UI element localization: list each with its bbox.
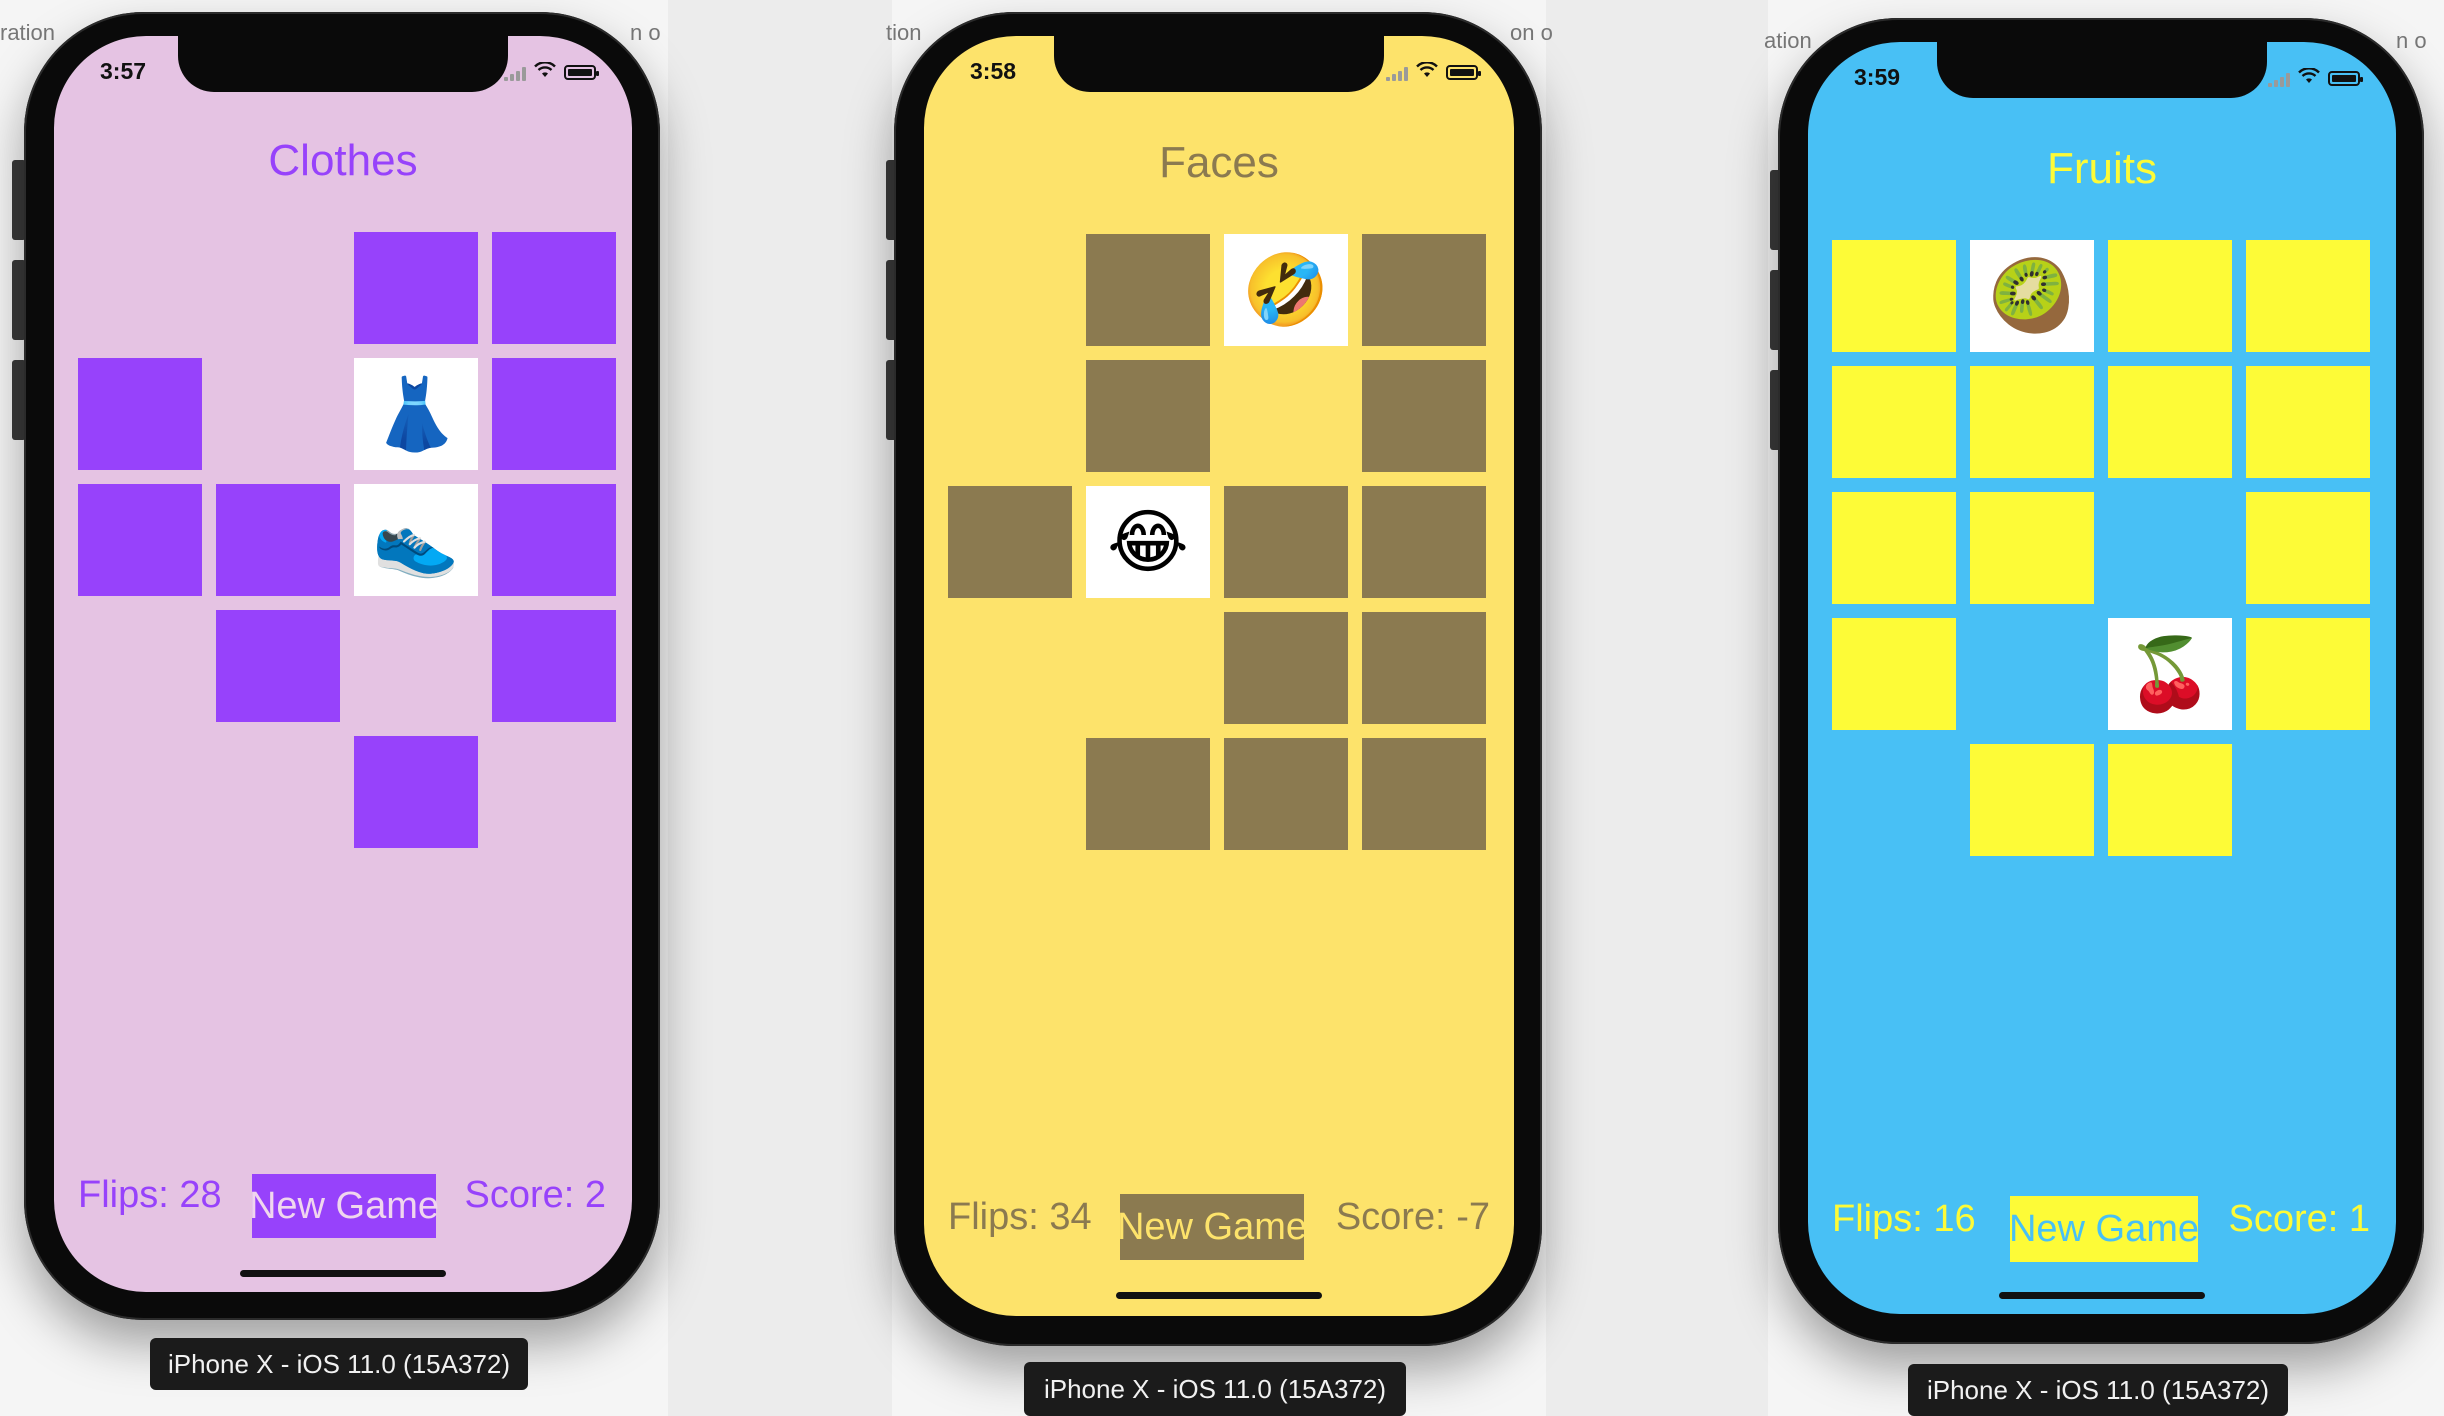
cellular-signal-icon (504, 65, 526, 81)
notch (178, 36, 508, 92)
card-face-down[interactable] (492, 484, 616, 596)
battery-icon (1446, 65, 1481, 80)
card-face-down[interactable] (2108, 240, 2232, 352)
flips-label: Flips: 28 (78, 1174, 222, 1216)
card-face-down[interactable] (1970, 492, 2094, 604)
flips-label: Flips: 16 (1832, 1198, 1976, 1240)
card-face-up[interactable]: 👗 (354, 358, 478, 470)
dress-icon: 👗 (372, 375, 460, 453)
app-screen: 3:58 Faces 🤣 😂 Flips: 34 New Game Score: … (924, 36, 1514, 1316)
card-face-down[interactable] (1832, 492, 1956, 604)
wifi-icon (2298, 67, 2320, 89)
card-face-up[interactable]: 🥝 (1970, 240, 2094, 352)
card-face-down[interactable] (78, 484, 202, 596)
new-game-button[interactable]: New Game (2009, 1196, 2199, 1262)
xcode-panel-gap-2 (1546, 0, 1768, 1416)
card-face-down[interactable] (2246, 618, 2370, 730)
card-face-up[interactable]: 😂 (1086, 486, 1210, 598)
cellular-signal-icon (2268, 71, 2290, 87)
card-face-down[interactable] (2246, 366, 2370, 478)
card-face-down[interactable] (2246, 240, 2370, 352)
card-face-down[interactable] (1224, 738, 1348, 850)
background-text-fragment: ration (0, 20, 56, 45)
status-time: 3:58 (970, 58, 1017, 84)
theme-title: Fruits (2047, 144, 2157, 193)
card-face-down[interactable] (1362, 612, 1486, 724)
card-face-down[interactable] (1086, 360, 1210, 472)
card-face-down[interactable] (1224, 612, 1348, 724)
card-face-down[interactable] (948, 486, 1072, 598)
card-face-down[interactable] (1086, 738, 1210, 850)
card-face-down[interactable] (2108, 744, 2232, 856)
app-screen: 3:59 Fruits 🥝 🍒 Flips: 16 New Game Score:… (1808, 42, 2396, 1314)
status-icons (2268, 67, 2363, 89)
card-face-down[interactable] (1832, 366, 1956, 478)
cherries-icon: 🍒 (2126, 635, 2214, 713)
new-game-button[interactable]: New Game (1117, 1194, 1307, 1260)
card-face-down[interactable] (1362, 738, 1486, 850)
card-face-down[interactable] (1362, 486, 1486, 598)
rolling-laughing-face-icon: 🤣 (1242, 251, 1330, 329)
card-face-down[interactable] (78, 358, 202, 470)
device-caption: iPhone X - iOS 11.0 (15A372) (1024, 1362, 1406, 1416)
cellular-signal-icon (1386, 65, 1408, 81)
xcode-panel-gap-1 (668, 0, 892, 1416)
status-time: 3:57 (100, 58, 147, 84)
card-face-down[interactable] (1832, 240, 1956, 352)
background-text-fragment: ation (1764, 28, 1812, 53)
card-face-down[interactable] (1362, 360, 1486, 472)
card-face-down[interactable] (1970, 744, 2094, 856)
background-text-fragment: tion (886, 20, 922, 45)
card-face-down[interactable] (1362, 234, 1486, 346)
tears-of-joy-face-icon: 😂 (1107, 503, 1189, 581)
background-text-fragment: n o (2396, 28, 2427, 53)
status-time: 3:59 (1854, 64, 1901, 90)
wifi-icon (1416, 61, 1438, 83)
score-label: Score: 1 (2228, 1198, 2370, 1240)
background-text-fragment: n o (630, 20, 661, 45)
card-face-down[interactable] (1970, 366, 2094, 478)
kiwi-icon: 🥝 (1988, 257, 2076, 335)
card-face-down[interactable] (354, 736, 478, 848)
card-face-down[interactable] (1086, 234, 1210, 346)
notch (1937, 42, 2267, 98)
card-face-up[interactable]: 🍒 (2108, 618, 2232, 730)
home-indicator[interactable] (1999, 1292, 2205, 1299)
card-face-down[interactable] (354, 232, 478, 344)
battery-icon (564, 65, 599, 80)
flips-label: Flips: 34 (948, 1196, 1092, 1238)
device-caption: iPhone X - iOS 11.0 (15A372) (150, 1338, 528, 1390)
battery-icon (2328, 71, 2363, 86)
background-text-fragment: on o (1510, 20, 1553, 45)
sneaker-icon: 👟 (372, 501, 460, 579)
score-label: Score: -7 (1335, 1196, 1490, 1238)
card-face-down[interactable] (1224, 486, 1348, 598)
status-icons (1386, 61, 1481, 83)
card-face-up[interactable]: 👟 (354, 484, 478, 596)
card-face-down[interactable] (1832, 618, 1956, 730)
wifi-icon (534, 61, 556, 83)
card-face-down[interactable] (216, 610, 340, 722)
card-face-down[interactable] (492, 232, 616, 344)
device-caption: iPhone X - iOS 11.0 (15A372) (1908, 1364, 2288, 1416)
app-screen: 3:57 Clothes 👗 👟 Flips: 28 New Game Score… (54, 36, 632, 1292)
card-face-down[interactable] (216, 484, 340, 596)
new-game-button[interactable]: New Game (249, 1174, 439, 1238)
notch (1054, 36, 1384, 92)
home-indicator[interactable] (240, 1270, 446, 1277)
card-face-up[interactable]: 🤣 (1224, 234, 1348, 346)
card-face-down[interactable] (2246, 492, 2370, 604)
card-face-down[interactable] (492, 358, 616, 470)
card-face-down[interactable] (492, 610, 616, 722)
status-icons (504, 61, 599, 83)
theme-title: Clothes (268, 136, 418, 185)
card-face-down[interactable] (2108, 366, 2232, 478)
theme-title: Faces (1159, 138, 1279, 187)
home-indicator[interactable] (1116, 1292, 1322, 1299)
score-label: Score: 2 (464, 1174, 606, 1216)
